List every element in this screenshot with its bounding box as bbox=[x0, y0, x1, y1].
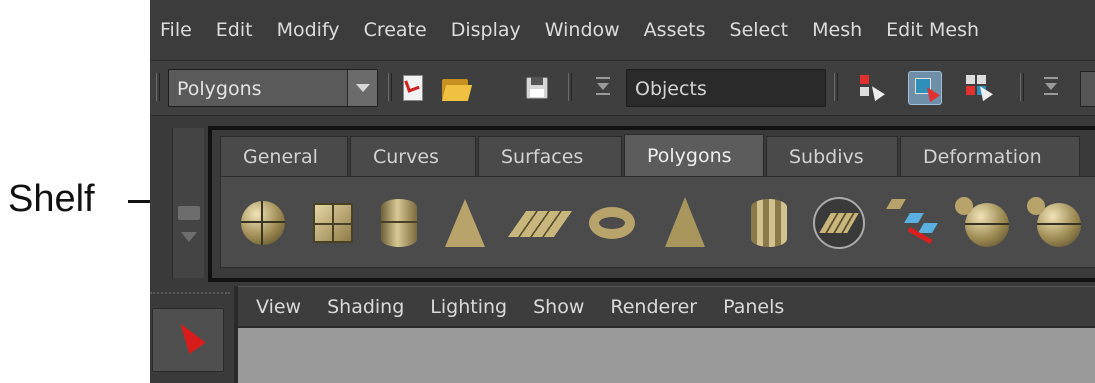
select-arrow-icon bbox=[172, 317, 206, 355]
viewport-menu-renderer[interactable]: Renderer bbox=[610, 296, 697, 318]
maya-window: File Edit Modify Create Display Window A… bbox=[150, 0, 1095, 383]
viewport-menu-view[interactable]: View bbox=[256, 296, 301, 318]
main-menubar: File Edit Modify Create Display Window A… bbox=[150, 0, 1095, 60]
tab-subdivs[interactable]: Subdivs bbox=[766, 136, 898, 176]
cone-icon[interactable] bbox=[437, 193, 493, 253]
sphere-icon[interactable] bbox=[235, 193, 291, 253]
dropdown-arrow-icon[interactable] bbox=[347, 70, 377, 106]
menu-select[interactable]: Select bbox=[730, 19, 789, 41]
partial-sphere-icon[interactable] bbox=[1027, 193, 1085, 253]
shelf-annotation-label: Shelf bbox=[8, 178, 95, 220]
menu-display[interactable]: Display bbox=[451, 19, 521, 41]
selection-mode-value: Objects bbox=[635, 78, 707, 100]
select-tool-button[interactable] bbox=[152, 308, 224, 372]
pyramid-icon[interactable] bbox=[657, 193, 713, 253]
toolbar-divider[interactable] bbox=[568, 73, 572, 101]
plane-icon[interactable] bbox=[507, 193, 573, 253]
toolbar-divider[interactable] bbox=[1020, 73, 1024, 101]
select-by-object-type-icon[interactable] bbox=[908, 71, 942, 105]
viewport-menu-lighting[interactable]: Lighting bbox=[430, 296, 507, 318]
new-scene-icon[interactable] bbox=[398, 73, 428, 103]
extract-tiles-icon[interactable] bbox=[885, 193, 941, 253]
tab-surfaces[interactable]: Surfaces bbox=[478, 136, 622, 176]
tab-general[interactable]: General bbox=[220, 136, 348, 176]
menu-create[interactable]: Create bbox=[364, 19, 427, 41]
tab-curves[interactable]: Curves bbox=[350, 136, 476, 176]
shelf-tab-bar: General Curves Surfaces Polygons Subdivs… bbox=[220, 134, 1095, 176]
menu-mesh[interactable]: Mesh bbox=[812, 19, 862, 41]
status-line: Polygons Objects bbox=[150, 60, 1095, 116]
select-by-hierarchy-icon[interactable] bbox=[854, 71, 888, 105]
viewport-menu-shading[interactable]: Shading bbox=[327, 296, 404, 318]
shelf-icon-bar bbox=[220, 176, 1095, 268]
toolbar-divider[interactable] bbox=[834, 73, 838, 101]
selection-mode-field[interactable]: Objects bbox=[626, 69, 826, 107]
viewport-menu-panels[interactable]: Panels bbox=[723, 296, 784, 318]
pipe-icon[interactable] bbox=[741, 193, 797, 253]
select-by-component-type-icon[interactable] bbox=[962, 71, 996, 105]
viewport-menubar: View Shading Lighting Show Renderer Pane… bbox=[238, 286, 1095, 326]
toolbar-grip[interactable] bbox=[156, 73, 160, 101]
menu-set-value: Polygons bbox=[177, 78, 262, 100]
toolbar-divider[interactable] bbox=[388, 73, 392, 101]
cube-icon[interactable] bbox=[305, 193, 361, 253]
menu-edit[interactable]: Edit bbox=[216, 19, 253, 41]
menu-assets[interactable]: Assets bbox=[644, 19, 706, 41]
toolbar-next-control[interactable] bbox=[1080, 71, 1095, 107]
menu-file[interactable]: File bbox=[160, 19, 192, 41]
open-scene-icon[interactable] bbox=[440, 73, 473, 103]
cylinder-icon[interactable] bbox=[371, 193, 427, 253]
tab-polygons[interactable]: Polygons bbox=[624, 134, 764, 176]
viewport-canvas[interactable] bbox=[238, 326, 1095, 383]
toolbox-grip[interactable] bbox=[150, 292, 230, 298]
poly-plane-icon[interactable] bbox=[811, 193, 867, 253]
collapse-section-icon[interactable] bbox=[594, 77, 612, 101]
torus-icon[interactable] bbox=[583, 193, 639, 253]
viewport-menu-show[interactable]: Show bbox=[533, 296, 584, 318]
collapse-section-icon[interactable] bbox=[1042, 77, 1060, 101]
left-tool-column bbox=[150, 118, 230, 383]
combine-sphere-icon[interactable] bbox=[955, 193, 1013, 253]
save-scene-icon[interactable] bbox=[522, 73, 552, 103]
menu-set-select[interactable]: Polygons bbox=[168, 69, 378, 107]
menu-window[interactable]: Window bbox=[545, 19, 620, 41]
tab-deformation[interactable]: Deformation bbox=[900, 136, 1080, 176]
shelf-scroll-control[interactable] bbox=[174, 206, 204, 262]
menu-modify[interactable]: Modify bbox=[277, 19, 340, 41]
menu-edit-mesh[interactable]: Edit Mesh bbox=[886, 19, 979, 41]
